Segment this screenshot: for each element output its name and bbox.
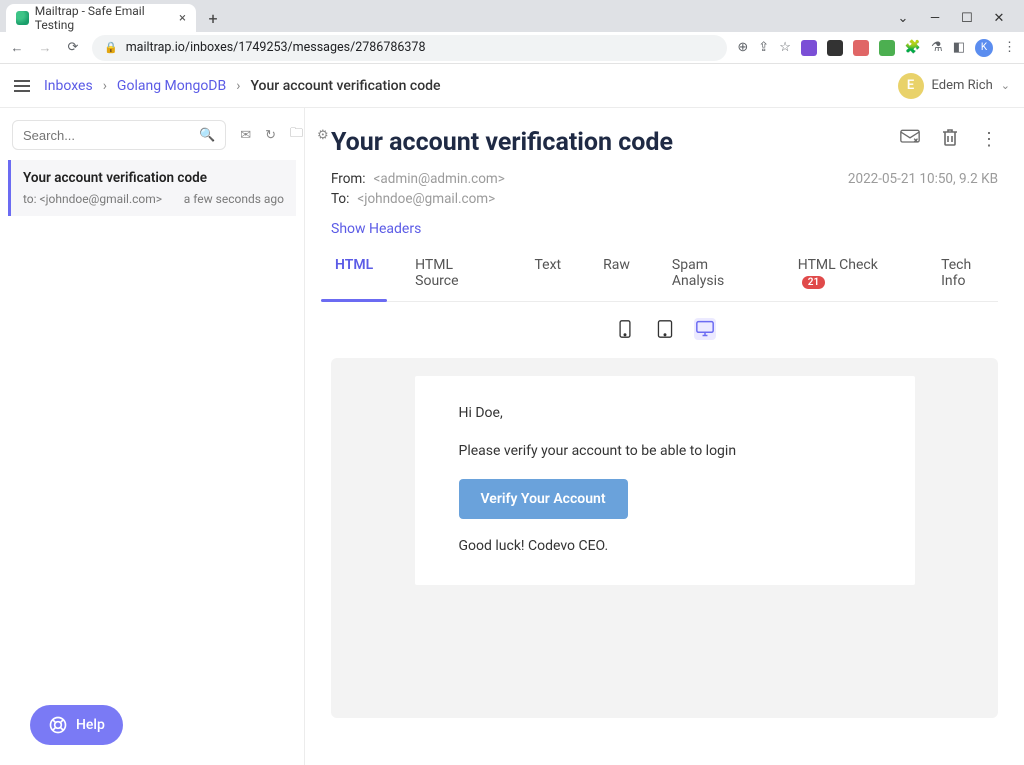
archive-icon[interactable]: 🗀 — [290, 124, 303, 146]
view-tabs: HTML HTML Source Text Raw Spam Analysis … — [331, 257, 998, 302]
hamburger-icon[interactable] — [14, 80, 30, 92]
tab-html[interactable]: HTML — [331, 257, 377, 301]
tab-tech-info[interactable]: Tech Info — [937, 257, 998, 301]
panel-icon[interactable]: ◧ — [953, 40, 965, 55]
tab-html-check[interactable]: HTML Check 21 — [794, 257, 903, 301]
message-time: a few seconds ago — [184, 192, 284, 206]
extension-icons: ⊕ ⇪ ☆ 🧩 ⚗ ◧ K ⋮ — [737, 39, 1016, 57]
minimize-icon[interactable]: — — [926, 11, 944, 26]
show-headers-link[interactable]: Show Headers — [331, 221, 421, 237]
maximize-icon[interactable]: ☐ — [958, 11, 976, 26]
flask-icon[interactable]: ⚗ — [931, 40, 943, 55]
extension-icon[interactable] — [801, 40, 817, 56]
extension-icon[interactable] — [879, 40, 895, 56]
to-value: <johndoe@gmail.com> — [357, 191, 495, 207]
help-label: Help — [76, 717, 105, 733]
to-label: To: — [331, 191, 349, 207]
extension-icon[interactable] — [827, 40, 843, 56]
star-icon[interactable]: ☆ — [779, 40, 791, 55]
sidebar: 🔍 ✉ ↻ 🗀 ⚙ Your account verification code… — [0, 108, 305, 765]
message-title: Your account verification code — [331, 128, 673, 157]
email-preview-frame: Hi Doe, Please verify your account to be… — [331, 358, 998, 718]
envelope-open-icon[interactable]: ✉ — [240, 128, 251, 143]
close-window-icon[interactable]: ✕ — [990, 11, 1008, 26]
tab-html-check-label: HTML Check — [798, 257, 878, 273]
lifebuoy-icon — [48, 715, 68, 735]
avatar: E — [898, 73, 924, 99]
search-field[interactable] — [23, 128, 199, 143]
device-desktop-icon[interactable] — [694, 318, 716, 340]
email-signoff: Good luck! Codevo CEO. — [459, 537, 871, 557]
user-name: Edem Rich — [932, 78, 993, 93]
device-switcher — [331, 318, 998, 340]
timestamp-size: 2022-05-21 10:50, 9.2 KB — [848, 171, 998, 207]
user-menu[interactable]: E Edem Rich ⌄ — [898, 73, 1010, 99]
back-icon[interactable]: ← — [8, 40, 26, 56]
email-greeting: Hi Doe, — [459, 404, 871, 424]
from-value: <admin@admin.com> — [374, 171, 505, 187]
content-pane: Your account verification code ⋮ From: <… — [305, 108, 1024, 765]
search-input[interactable]: 🔍 — [12, 120, 226, 150]
crumb-inboxes[interactable]: Inboxes — [44, 78, 93, 94]
breadcrumb: Inboxes › Golang MongoDB › Your account … — [44, 78, 441, 94]
tab-text[interactable]: Text — [531, 257, 566, 301]
html-check-badge: 21 — [802, 276, 825, 289]
crumb-current: Your account verification code — [250, 78, 440, 94]
verify-account-button[interactable]: Verify Your Account — [459, 479, 628, 519]
share-icon[interactable]: ⇪ — [758, 40, 769, 55]
device-tablet-icon[interactable] — [654, 318, 676, 340]
close-icon[interactable]: × — [179, 11, 186, 26]
address-bar-row: ← → ⟳ 🔒 mailtrap.io/inboxes/1749253/mess… — [0, 32, 1024, 64]
chevron-right-icon: › — [236, 78, 240, 94]
refresh-icon[interactable]: ↻ — [265, 128, 276, 143]
app-header: Inboxes › Golang MongoDB › Your account … — [0, 64, 1024, 108]
address-bar[interactable]: 🔒 mailtrap.io/inboxes/1749253/messages/2… — [92, 35, 727, 61]
kebab-icon[interactable]: ⋮ — [1003, 40, 1016, 55]
from-label: From: — [331, 171, 366, 187]
tab-raw[interactable]: Raw — [599, 257, 634, 301]
message-to: to: <johndoe@gmail.com> — [23, 192, 162, 206]
email-line: Please verify your account to be able to… — [459, 442, 871, 462]
new-tab-button[interactable]: + — [200, 5, 226, 31]
chevron-right-icon: › — [103, 78, 107, 94]
profile-avatar[interactable]: K — [975, 39, 993, 57]
message-subject: Your account verification code — [23, 170, 284, 186]
browser-tab-strip: Mailtrap - Safe Email Testing × + ⌄ — ☐ … — [0, 0, 1024, 32]
browser-tab[interactable]: Mailtrap - Safe Email Testing × — [6, 4, 196, 32]
reload-icon[interactable]: ⟳ — [64, 40, 82, 55]
kebab-icon[interactable]: ⋮ — [980, 129, 998, 150]
window-controls: ⌄ — ☐ ✕ — [894, 11, 1018, 26]
lock-icon: 🔒 — [104, 41, 118, 54]
forward-icon[interactable]: → — [36, 40, 54, 56]
search-icon[interactable]: 🔍 — [199, 128, 215, 143]
url-text: mailtrap.io/inboxes/1749253/messages/278… — [126, 40, 426, 55]
chevron-down-icon[interactable]: ⌄ — [894, 11, 912, 26]
device-mobile-icon[interactable] — [614, 318, 636, 340]
help-button[interactable]: Help — [30, 705, 123, 745]
trash-icon[interactable] — [942, 128, 958, 150]
gear-icon[interactable]: ⚙ — [317, 128, 329, 143]
zoom-icon[interactable]: ⊕ — [737, 40, 748, 55]
tab-title: Mailtrap - Safe Email Testing — [35, 4, 173, 32]
crumb-project[interactable]: Golang MongoDB — [117, 78, 226, 94]
message-list-item[interactable]: Your account verification code to: <john… — [8, 160, 296, 216]
extension-icon[interactable] — [853, 40, 869, 56]
forward-icon[interactable] — [900, 129, 920, 149]
tab-html-source[interactable]: HTML Source — [411, 257, 496, 301]
email-body: Hi Doe, Please verify your account to be… — [415, 376, 915, 585]
chevron-down-icon: ⌄ — [1001, 79, 1010, 92]
favicon-icon — [16, 11, 29, 25]
puzzle-icon[interactable]: 🧩 — [905, 40, 921, 55]
tab-spam[interactable]: Spam Analysis — [668, 257, 760, 301]
